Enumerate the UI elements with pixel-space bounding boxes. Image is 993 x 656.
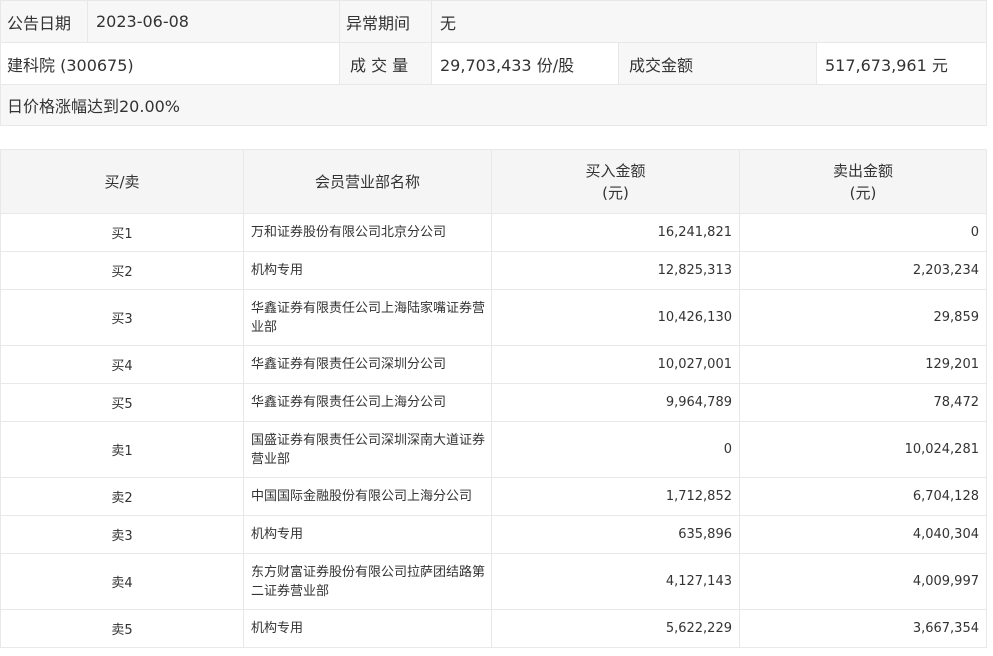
header-side: 买/卖 xyxy=(0,149,244,214)
table-row: 买1 万和证券股份有限公司北京分公司 16,241,821 0 xyxy=(0,213,987,252)
row-member: 机构专用 xyxy=(243,609,492,648)
row-buy-amount: 4,127,143 xyxy=(491,553,740,610)
header-buy-amount-unit: (元) xyxy=(602,183,629,202)
table-row: 卖4 东方财富证券股份有限公司拉萨团结路第二证券营业部 4,127,143 4,… xyxy=(0,553,987,610)
row-sell-amount: 0 xyxy=(739,213,987,252)
row-member: 华鑫证券有限责任公司深圳分公司 xyxy=(243,345,492,384)
stock-name: 建科院 (300675) xyxy=(0,42,340,85)
row-sell-amount: 4,009,997 xyxy=(739,553,987,610)
table-row: 卖5 机构专用 5,622,229 3,667,354 xyxy=(0,609,987,648)
row-sell-amount: 2,203,234 xyxy=(739,251,987,290)
header-sell-amount-title: 卖出金额 xyxy=(832,161,893,180)
row-side: 买3 xyxy=(0,289,244,346)
row-member: 万和证券股份有限公司北京分公司 xyxy=(243,213,492,252)
row-buy-amount: 1,712,852 xyxy=(491,477,740,516)
amount-label: 成交金额 xyxy=(618,42,817,85)
table-row: 卖1 国盛证券有限责任公司深圳深南大道证券营业部 0 10,024,281 xyxy=(0,421,987,478)
row-member: 中国国际金融股份有限公司上海分公司 xyxy=(243,477,492,516)
row-member: 国盛证券有限责任公司深圳深南大道证券营业部 xyxy=(243,421,492,478)
row-side: 买1 xyxy=(0,213,244,252)
table-row: 买2 机构专用 12,825,313 2,203,234 xyxy=(0,251,987,290)
table-row: 买3 华鑫证券有限责任公司上海陆家嘴证券营业部 10,426,130 29,85… xyxy=(0,289,987,346)
header-member: 会员营业部名称 xyxy=(243,149,492,214)
table-row: 卖2 中国国际金融股份有限公司上海分公司 1,712,852 6,704,128 xyxy=(0,477,987,516)
abnormal-period-value: 无 xyxy=(430,0,988,43)
row-sell-amount: 4,040,304 xyxy=(739,515,987,554)
announce-date-label: 公告日期 xyxy=(0,0,88,43)
row-side: 卖5 xyxy=(0,609,244,648)
row-buy-amount: 16,241,821 xyxy=(491,213,740,252)
row-sell-amount: 3,667,354 xyxy=(739,609,987,648)
row-side: 买5 xyxy=(0,383,244,422)
stock-info-table: 公告日期 2023-06-08 异常期间 无 建科院 (300675) 成 交 … xyxy=(0,0,988,126)
row-buy-amount: 5,622,229 xyxy=(491,609,740,648)
table-row: 卖3 机构专用 635,896 4,040,304 xyxy=(0,515,987,554)
row-member: 东方财富证券股份有限公司拉萨团结路第二证券营业部 xyxy=(243,553,492,610)
row-side: 卖3 xyxy=(0,515,244,554)
table-header-row: 买/卖 会员营业部名称 买入金额 (元) 卖出金额 (元) xyxy=(0,149,987,214)
row-buy-amount: 12,825,313 xyxy=(491,251,740,290)
header-sell-amount-unit: (元) xyxy=(849,183,877,202)
amount-value: 517,673,961 元 xyxy=(815,42,988,85)
header-buy-amount: 买入金额 (元) xyxy=(491,149,740,214)
row-buy-amount: 10,027,001 xyxy=(491,345,740,384)
row-sell-amount: 6,704,128 xyxy=(739,477,987,516)
row-side: 卖2 xyxy=(0,477,244,516)
announce-date-value: 2023-06-08 xyxy=(87,0,340,43)
row-buy-amount: 635,896 xyxy=(491,515,740,554)
row-side: 买4 xyxy=(0,345,244,384)
row-side: 买2 xyxy=(0,251,244,290)
row-side: 卖1 xyxy=(0,421,244,478)
row-side: 卖4 xyxy=(0,553,244,610)
row-sell-amount: 29,859 xyxy=(739,289,987,346)
header-buy-amount-title: 买入金额 xyxy=(585,161,646,180)
header-sell-amount: 卖出金额 (元) xyxy=(739,149,987,214)
row-member: 华鑫证券有限责任公司上海分公司 xyxy=(243,383,492,422)
table-row: 买5 华鑫证券有限责任公司上海分公司 9,964,789 78,472 xyxy=(0,383,987,422)
row-sell-amount: 129,201 xyxy=(739,345,987,384)
volume-label: 成 交 量 xyxy=(339,42,432,85)
row-buy-amount: 0 xyxy=(491,421,740,478)
row-buy-amount: 9,964,789 xyxy=(491,383,740,422)
volume-value: 29,703,433 份/股 xyxy=(431,42,619,85)
trading-members-table: 买/卖 会员营业部名称 买入金额 (元) 卖出金额 (元) 买1 万和证券股份有… xyxy=(0,149,987,648)
row-sell-amount: 78,472 xyxy=(739,383,987,422)
row-member: 华鑫证券有限责任公司上海陆家嘴证券营业部 xyxy=(243,289,492,346)
row-member: 机构专用 xyxy=(243,251,492,290)
abnormal-period-label: 异常期间 xyxy=(339,0,432,43)
abnormal-reason: 日价格涨幅达到20.00% xyxy=(0,84,988,126)
row-sell-amount: 10,024,281 xyxy=(739,421,987,478)
row-member: 机构专用 xyxy=(243,515,492,554)
row-buy-amount: 10,426,130 xyxy=(491,289,740,346)
table-row: 买4 华鑫证券有限责任公司深圳分公司 10,027,001 129,201 xyxy=(0,345,987,384)
